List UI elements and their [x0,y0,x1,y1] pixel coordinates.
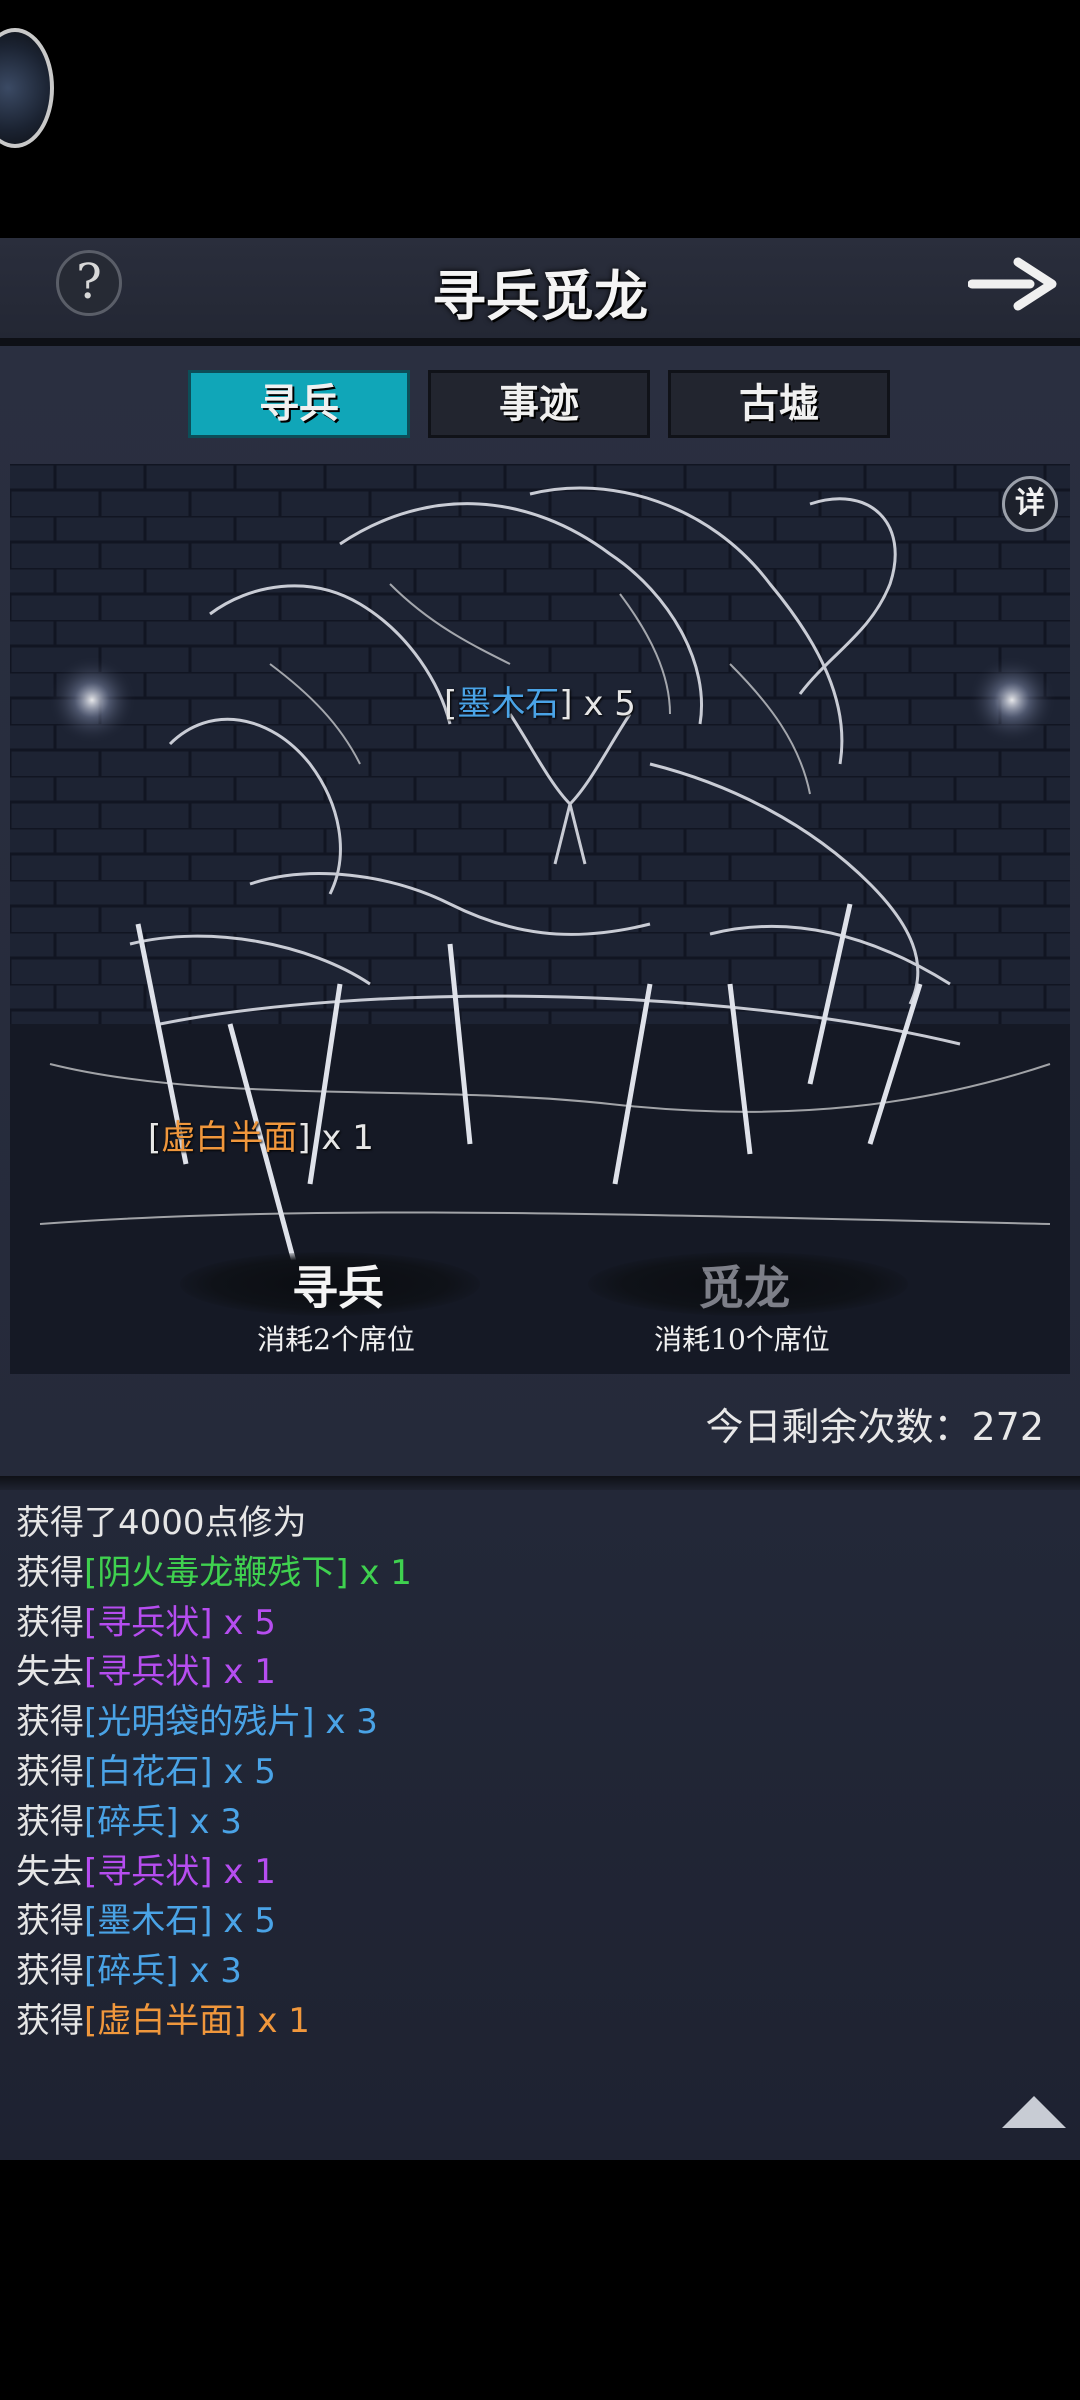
drop-label: [虚白半面] x 1 [148,1118,374,1158]
page-title: 寻兵觅龙 [432,264,648,328]
log-action: 获得 [16,1752,84,1792]
detail-button[interactable]: 详 [1002,476,1058,532]
player-avatar[interactable] [0,28,54,148]
log-item: [寻兵状] [84,1603,213,1643]
log-action: 失去 [16,1652,84,1692]
tab-shiji[interactable]: 事迹 [428,370,650,438]
tab-guxu[interactable]: 古墟 [668,370,890,438]
log-quantity: x 1 [348,1553,412,1593]
log-action: 获得 [16,1951,84,1991]
milong-cost: 消耗10个席位 [654,1323,830,1356]
log-line: 失去[寻兵状] x 1 [16,1647,276,1697]
log-line: 获得[光明袋的残片] x 3 [16,1697,378,1747]
log-item: [寻兵状] [84,1652,213,1692]
log-item: [白花石] [84,1752,213,1792]
log-action: 获得了4000点修为 [16,1503,307,1543]
divider [0,1476,1080,1490]
log-item: [光明袋的残片] [84,1702,315,1742]
log-quantity: x 5 [212,1752,276,1792]
log-item: [碎兵] [84,1802,179,1842]
log-line: 获得[碎兵] x 3 [16,1797,242,1847]
dragon-scene-illustration [10,464,1070,1374]
log-line: 获得[碎兵] x 3 [16,1946,242,1996]
arrow-right-icon[interactable] [967,254,1058,314]
log-item: [墨木石] [84,1901,213,1941]
log-line: 获得了4000点修为 [16,1498,307,1548]
log-quantity: x 1 [246,2001,310,2041]
log-item: [寻兵状] [84,1852,213,1892]
log-quantity: x 3 [178,1951,242,1991]
log-item: [碎兵] [84,1951,179,1991]
xunbing-button[interactable]: 寻兵 [228,1252,448,1318]
log-quantity: x 3 [178,1802,242,1842]
log-action: 获得 [16,1802,84,1842]
log-line: 获得[白花石] x 5 [16,1747,276,1797]
log-item: [阴火毒龙鞭残下] [84,1553,349,1593]
question-icon: ? [76,254,102,310]
milong-button[interactable]: 觅龙 [634,1252,854,1318]
log-line: 获得[阴火毒龙鞭残下] x 1 [16,1548,412,1598]
log-line: 失去[寻兵状] x 1 [16,1847,276,1897]
log-action: 获得 [16,1553,84,1593]
help-button[interactable]: ? [56,250,122,316]
log-line: 获得[寻兵状] x 5 [16,1598,276,1648]
log-action: 获得 [16,1901,84,1941]
xunbing-cost: 消耗2个席位 [257,1323,415,1356]
log-action: 失去 [16,1852,84,1892]
tab-xunbing[interactable]: 寻兵 [188,370,410,438]
log-action: 获得 [16,1702,84,1742]
log-line: 获得[虚白半面] x 1 [16,1996,310,2046]
log-item: [虚白半面] [84,2001,247,2041]
scroll-up-icon[interactable] [1002,2096,1066,2128]
log-quantity: x 1 [212,1652,276,1692]
remaining-count: 今日剩余次数：272 [705,1405,1044,1449]
log-quantity: x 5 [212,1901,276,1941]
log-action: 获得 [16,2001,84,2041]
log-quantity: x 3 [314,1702,378,1742]
log-line: 获得[墨木石] x 5 [16,1896,276,1946]
drop-label: [墨木石] x 5 [444,684,636,724]
log-action: 获得 [16,1603,84,1643]
log-quantity: x 5 [212,1603,276,1643]
log-quantity: x 1 [212,1852,276,1892]
